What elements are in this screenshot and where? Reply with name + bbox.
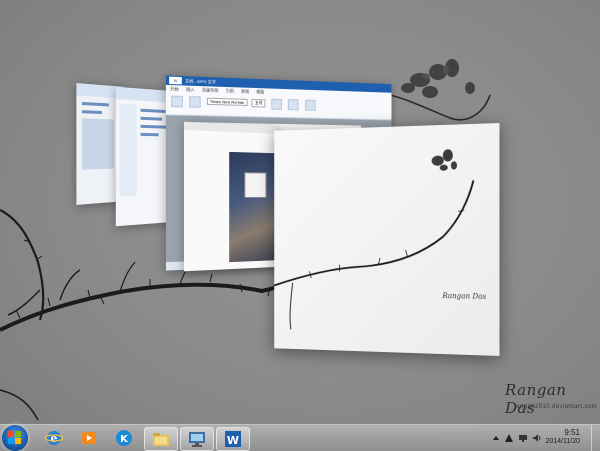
svg-text:W: W xyxy=(227,434,239,447)
desktop-preview-window[interactable]: Rangan Das xyxy=(274,123,500,356)
tab-view[interactable]: 视图 xyxy=(256,89,264,94)
wps-logo-icon: W xyxy=(169,76,182,85)
ribbon-buttons: Times New Roman 五号 xyxy=(170,94,388,116)
explorer-row xyxy=(140,108,166,113)
file-explorer-icon xyxy=(153,433,169,446)
wallpaper-signature: Rangan Das xyxy=(505,381,567,417)
taskbar-item-ie[interactable]: e xyxy=(38,427,70,449)
system-tray: 9:51 2014/11/20 xyxy=(490,425,600,451)
explorer-row xyxy=(140,116,163,121)
explorer-navigation-pane xyxy=(119,103,137,197)
font-name-select[interactable]: Times New Roman xyxy=(206,97,248,106)
dialog-box xyxy=(244,172,267,198)
taskbar-item-file-explorer[interactable] xyxy=(144,427,178,451)
tab-insert[interactable]: 插入 xyxy=(186,87,194,92)
wallpaper-preview: Rangan Das xyxy=(274,149,487,356)
ie-icon: e xyxy=(45,431,63,445)
action-center-icon[interactable] xyxy=(504,433,514,443)
taskbar-item-kugou[interactable]: K xyxy=(108,427,140,449)
ribbon-button[interactable] xyxy=(171,95,183,108)
explorer-row xyxy=(140,132,159,137)
ribbon-button[interactable] xyxy=(270,98,282,110)
show-hidden-icons-icon[interactable] xyxy=(492,433,502,443)
svg-text:e: e xyxy=(51,432,58,445)
font-size-select[interactable]: 五号 xyxy=(251,99,266,108)
explorer-thumbnail xyxy=(81,118,115,170)
remote-desktop-icon xyxy=(189,432,205,447)
ribbon-button[interactable] xyxy=(189,96,202,108)
clock-time[interactable]: 9:51 xyxy=(564,428,580,437)
taskbar-item-remote-desktop[interactable] xyxy=(180,427,214,451)
ribbon-button[interactable] xyxy=(287,99,299,111)
network-icon[interactable] xyxy=(518,433,528,443)
show-desktop-button[interactable] xyxy=(591,425,600,451)
start-button[interactable] xyxy=(2,425,28,451)
preview-signature: Rangan Das xyxy=(441,292,487,301)
tab-references[interactable]: 引用 xyxy=(226,88,234,93)
media-player-icon xyxy=(82,432,96,444)
tab-home[interactable]: 开始 xyxy=(170,86,178,92)
volume-icon[interactable] xyxy=(532,433,542,443)
kugou-icon: K xyxy=(116,430,132,446)
svg-text:K: K xyxy=(120,434,129,445)
explorer-row xyxy=(140,124,168,129)
wallpaper-signature-url: rangan2510.deviantart.com xyxy=(513,404,597,410)
ribbon-button[interactable] xyxy=(304,99,316,111)
clock-date[interactable]: 2014/11/20 xyxy=(545,438,580,445)
taskbar: e K W 9:51 2014/11/20 xyxy=(0,424,600,451)
photo-preview xyxy=(229,151,280,263)
window-title: 文档 - WPS 文字 xyxy=(184,78,216,85)
explorer-row xyxy=(81,110,102,115)
desktop: W 文档 - WPS 文字 开始 插入 页面布局 引用 审阅 视图 Times … xyxy=(0,0,600,424)
taskbar-item-wps-writer[interactable]: W xyxy=(216,427,250,451)
wps-writer-icon: W xyxy=(225,431,241,447)
windows-logo-icon xyxy=(8,431,21,444)
explorer-row xyxy=(81,101,109,107)
tab-layout[interactable]: 页面布局 xyxy=(202,87,218,93)
photo-viewer-window[interactable] xyxy=(183,121,280,272)
taskbar-item-media-player[interactable] xyxy=(73,427,105,449)
tab-review[interactable]: 审阅 xyxy=(241,89,249,94)
